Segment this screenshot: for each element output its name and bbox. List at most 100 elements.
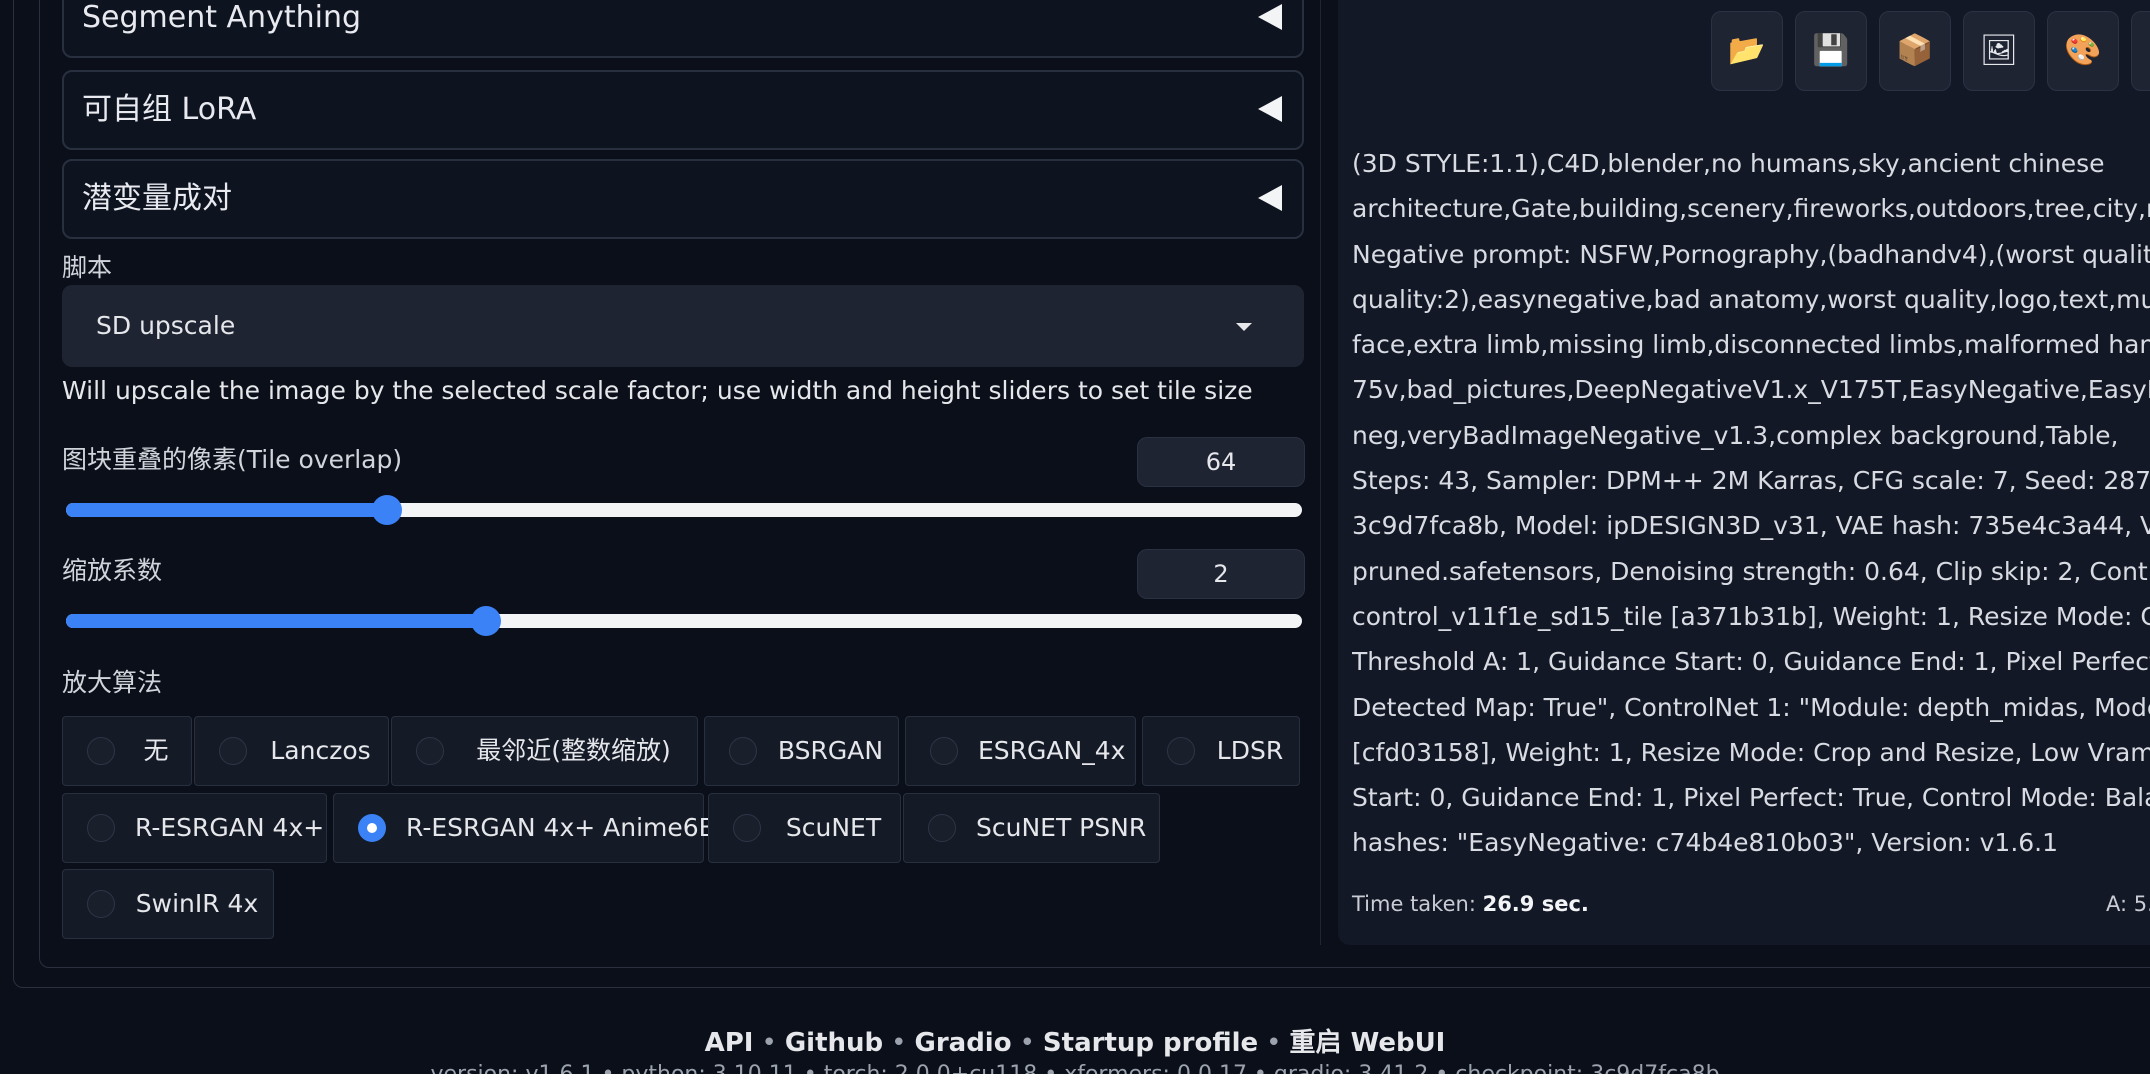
dropdown-caret-icon (1236, 323, 1252, 331)
scale-factor-label: 缩放系数 (62, 556, 163, 585)
column-divider (1320, 0, 1321, 945)
version-info: version: v1.6.1 • python: 3.10.11 • torc… (0, 1062, 2150, 1074)
script-info-text: Will upscale the image by the selected s… (62, 376, 1253, 405)
send-to-extras-button[interactable] (2131, 11, 2150, 91)
time-taken: Time taken: 26.9 sec. (1352, 892, 1589, 916)
collapse-triangle-icon (1258, 185, 1282, 211)
radio-label: SwinIR 4x (135, 889, 259, 918)
radio-button[interactable] (928, 814, 956, 842)
footer-separator: • (891, 1028, 907, 1058)
radio-label: BSRGAN (777, 736, 884, 765)
generation-info-line: pruned.safetensors, Denoising strength: … (1352, 556, 2150, 586)
webui-app: Segment Anything 可自组 LoRA 潜变量成对 脚本 SD up… (0, 0, 2150, 1074)
radio-option[interactable]: ESRGAN_4x (905, 716, 1136, 786)
save-icon: 💾 (1812, 33, 1850, 68)
radio-button[interactable] (1167, 737, 1195, 765)
radio-label: ESRGAN_4x (978, 736, 1126, 765)
generation-info-line: quality:2),easynegative,bad anatomy,wors… (1352, 284, 2150, 314)
radio-button-checked[interactable] (358, 814, 386, 842)
radio-label: ScuNET PSNR (976, 813, 1147, 842)
generation-info-line: 75v,bad_pictures,DeepNegativeV1.x_V175T,… (1352, 375, 2150, 405)
generation-info-line: 3c9d7fca8b, Model: ipDESIGN3D_v31, VAE h… (1352, 511, 2150, 541)
accordion-latent-couple[interactable]: 潜变量成对 (62, 159, 1304, 239)
scale-factor-slider[interactable] (66, 606, 1302, 636)
send-to-img2img-button[interactable]: 🖼 (1963, 11, 2035, 91)
radio-button[interactable] (87, 814, 115, 842)
script-label: 脚本 (62, 253, 113, 282)
folder-icon: 📂 (1728, 33, 1766, 68)
radio-label: 无 (143, 736, 169, 765)
generation-info-line: Detected Map: True", ControlNet 1: "Modu… (1352, 692, 2150, 722)
radio-option[interactable]: Lanczos (194, 716, 389, 786)
footer-link[interactable]: 重启 WebUI (1290, 1028, 1446, 1058)
footer-link[interactable]: API (705, 1028, 754, 1058)
scale-factor-number-input[interactable]: 2 (1137, 549, 1305, 599)
radio-option[interactable]: BSRGAN (704, 716, 899, 786)
time-taken-value: 26.9 sec. (1482, 892, 1589, 916)
image-icon: 🖼 (1979, 33, 2019, 68)
script-dropdown-value: SD upscale (96, 311, 236, 340)
radio-option-selected[interactable]: R-ESRGAN 4x+ Anime6B (333, 793, 716, 863)
generation-info-line: Steps: 43, Sampler: DPM++ 2M Karras, CFG… (1352, 466, 2150, 496)
radio-label: LDSR (1216, 736, 1284, 765)
radio-option[interactable]: R-ESRGAN 4x+ (62, 793, 327, 863)
script-dropdown[interactable]: SD upscale (62, 285, 1304, 367)
footer-link[interactable]: Gradio (914, 1028, 1011, 1058)
radio-label: 最邻近(整数缩放) (476, 736, 671, 765)
collapse-triangle-icon (1258, 4, 1282, 30)
radio-button[interactable] (930, 737, 958, 765)
generation-info-line: face,extra limb,missing limb,disconnecte… (1352, 330, 2150, 360)
radio-button[interactable] (729, 737, 757, 765)
accordion-lora[interactable]: 可自组 LoRA (62, 70, 1304, 150)
send-to-inpaint-button[interactable]: 🎨 (2047, 11, 2119, 91)
time-taken-label: Time taken: (1352, 892, 1476, 916)
radio-label: Lanczos (270, 736, 371, 765)
open-folder-button[interactable]: 📂 (1711, 11, 1783, 91)
footer-separator: • (761, 1028, 777, 1058)
generation-info-line: Negative prompt: NSFW,Pornography,(badha… (1352, 239, 2150, 269)
generation-info-line: Threshold A: 1, Guidance Start: 0, Guida… (1352, 647, 2150, 677)
accordion-label: 潜变量成对 (82, 181, 232, 216)
radio-label: ScuNET (785, 813, 882, 842)
generation-info-line: control_v11f1e_sd15_tile [a371b31b], Wei… (1352, 601, 2150, 631)
radio-option[interactable]: ScuNET (708, 793, 901, 863)
footer-link[interactable]: Startup profile (1043, 1028, 1258, 1058)
palette-icon: 🎨 (2064, 33, 2102, 68)
tile-overlap-slider[interactable] (66, 495, 1302, 525)
zip-button[interactable]: 📦 (1879, 11, 1951, 91)
generation-info-line: (3D STYLE:1.1),C4D,blender,no humans,sky… (1352, 149, 2105, 178)
radio-button[interactable] (416, 737, 444, 765)
zip-icon: 📦 (1896, 33, 1934, 68)
radio-button[interactable] (87, 890, 115, 918)
accordion-label: 可自组 LoRA (82, 92, 257, 127)
footer-separator: • (1019, 1028, 1035, 1058)
tile-overlap-number-input[interactable]: 64 (1137, 437, 1305, 487)
accordion-label: Segment Anything (82, 0, 361, 35)
tile-overlap-label: 图块重叠的像素(Tile overlap) (62, 445, 403, 474)
vram-info: A: 5. (2106, 892, 2150, 916)
generation-info-line: neg,veryBadImageNegative_v1.3,complex ba… (1352, 420, 2119, 450)
radio-option[interactable]: 无 (62, 716, 192, 786)
radio-label: R-ESRGAN 4x+ Anime6B (406, 813, 716, 842)
radio-button[interactable] (219, 737, 247, 765)
radio-option[interactable]: 最邻近(整数缩放) (391, 716, 698, 786)
footer-link[interactable]: Github (785, 1028, 883, 1058)
generation-info-line: Start: 0, Guidance End: 1, Pixel Perfect… (1352, 783, 2150, 813)
radio-button[interactable] (87, 737, 115, 765)
radio-option[interactable]: LDSR (1142, 716, 1300, 786)
footer-separator: • (1266, 1028, 1282, 1058)
radio-option[interactable]: ScuNET PSNR (903, 793, 1160, 863)
generation-info-line: architecture,Gate,building,scenery,firew… (1352, 194, 2150, 224)
slider-fill (66, 503, 388, 517)
generation-info-line: hashes: "EasyNegative: c74b4e810b03", Ve… (1352, 828, 2059, 858)
radio-option[interactable]: SwinIR 4x (62, 869, 274, 939)
footer-links: API • Github • Gradio • Startup profile • 重启 Web… (0, 1022, 2150, 1059)
radio-button[interactable] (733, 814, 761, 842)
accordion-segment-anything[interactable]: Segment Anything (62, 0, 1304, 58)
save-button[interactable]: 💾 (1795, 11, 1867, 91)
collapse-triangle-icon (1258, 96, 1282, 122)
radio-label: R-ESRGAN 4x+ (135, 813, 325, 842)
generation-info-text: (3D STYLE:1.1),C4D,blender,no humans,sky… (1352, 141, 2150, 866)
upscaler-label: 放大算法 (62, 668, 163, 697)
slider-fill (66, 614, 487, 628)
